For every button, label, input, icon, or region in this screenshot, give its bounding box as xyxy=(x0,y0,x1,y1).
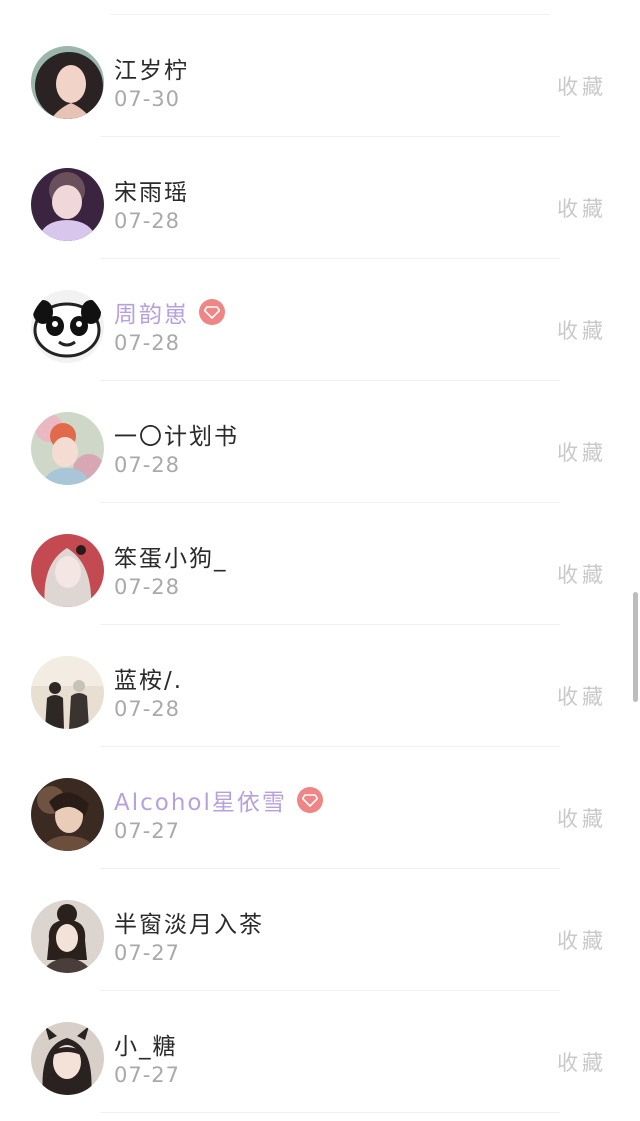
name-line: 半窗淡月入茶 xyxy=(114,905,264,939)
favorite-button[interactable]: 收藏 xyxy=(557,925,607,955)
favorite-button[interactable]: 收藏 xyxy=(557,559,607,589)
avatar[interactable] xyxy=(31,778,104,851)
user-name[interactable]: 笨蛋小狗_ xyxy=(114,539,228,573)
avatar[interactable] xyxy=(31,412,104,485)
name-line: 江岁柠 xyxy=(114,51,189,85)
name-line: 一〇计划书 xyxy=(114,417,239,451)
item-date: 07-30 xyxy=(114,87,181,111)
favorite-button[interactable]: 收藏 xyxy=(557,803,607,833)
item-date: 07-28 xyxy=(114,575,181,599)
list-item[interactable]: 周韵崽 07-28 收藏 xyxy=(0,259,640,381)
scrollbar-thumb[interactable] xyxy=(633,592,638,702)
user-name[interactable]: 一〇计划书 xyxy=(114,417,239,451)
name-line: 周韵崽 xyxy=(114,295,225,329)
avatar[interactable] xyxy=(31,46,104,119)
avatar[interactable] xyxy=(31,168,104,241)
list-item[interactable]: 小_糖 07-27 收藏 xyxy=(0,991,640,1113)
avatar-image-icon xyxy=(31,1022,104,1095)
avatar[interactable] xyxy=(31,290,104,363)
user-name[interactable]: 宋雨瑶 xyxy=(114,173,189,207)
row-divider xyxy=(100,1112,560,1113)
user-name[interactable]: 周韵崽 xyxy=(114,295,189,329)
favorite-button[interactable]: 收藏 xyxy=(557,193,607,223)
user-name[interactable]: 小_糖 xyxy=(114,1027,178,1061)
favorite-button[interactable]: 收藏 xyxy=(557,681,607,711)
favorite-button[interactable]: 收藏 xyxy=(557,71,607,101)
user-name[interactable]: 半窗淡月入茶 xyxy=(114,905,264,939)
list-item[interactable]: 半窗淡月入茶 07-27 收藏 xyxy=(0,869,640,991)
name-line: 宋雨瑶 xyxy=(114,173,189,207)
item-date: 07-28 xyxy=(114,697,181,721)
item-date: 07-28 xyxy=(114,331,181,355)
favorite-button[interactable]: 收藏 xyxy=(557,437,607,467)
vip-diamond-icon xyxy=(199,299,225,325)
user-name[interactable]: Alcohol星依雪 xyxy=(114,783,287,817)
name-line: Alcohol星依雪 xyxy=(114,783,323,817)
item-date: 07-27 xyxy=(114,819,181,843)
vip-diamond-icon xyxy=(296,787,323,813)
item-date: 07-27 xyxy=(114,1063,181,1087)
avatar-image-icon xyxy=(31,290,104,363)
list-item[interactable]: 宋雨瑶 07-28 收藏 xyxy=(0,137,640,259)
list-item[interactable]: 笨蛋小狗_ 07-28 收藏 xyxy=(0,503,640,625)
name-line: 蓝桉/. xyxy=(114,661,183,695)
list-item[interactable]: 江岁柠 07-30 收藏 xyxy=(0,15,640,137)
user-name[interactable]: 江岁柠 xyxy=(114,51,189,85)
item-date: 07-27 xyxy=(114,941,181,965)
avatar[interactable] xyxy=(31,1022,104,1095)
avatar[interactable] xyxy=(31,900,104,973)
user-name[interactable]: 蓝桉/. xyxy=(114,661,183,695)
name-line: 小_糖 xyxy=(114,1027,178,1061)
name-line: 笨蛋小狗_ xyxy=(114,539,228,573)
item-date: 07-28 xyxy=(114,453,181,477)
list-item[interactable]: 一〇计划书 07-28 收藏 xyxy=(0,381,640,503)
item-date: 07-28 xyxy=(114,209,181,233)
avatar-image-icon xyxy=(31,534,104,607)
list-item[interactable]: Alcohol星依雪 07-27 收藏 xyxy=(0,747,640,869)
list-item[interactable]: 蓝桉/. 07-28 收藏 xyxy=(0,625,640,747)
avatar[interactable] xyxy=(31,534,104,607)
avatar-image-icon xyxy=(31,412,104,485)
avatar-image-icon xyxy=(31,46,104,119)
avatar-image-icon xyxy=(31,656,104,729)
avatar-image-icon xyxy=(31,900,104,973)
avatar[interactable] xyxy=(31,656,104,729)
favorite-button[interactable]: 收藏 xyxy=(557,315,607,345)
favorite-button[interactable]: 收藏 xyxy=(557,1047,607,1077)
avatar-image-icon xyxy=(31,778,104,851)
avatar-image-icon xyxy=(31,168,104,241)
